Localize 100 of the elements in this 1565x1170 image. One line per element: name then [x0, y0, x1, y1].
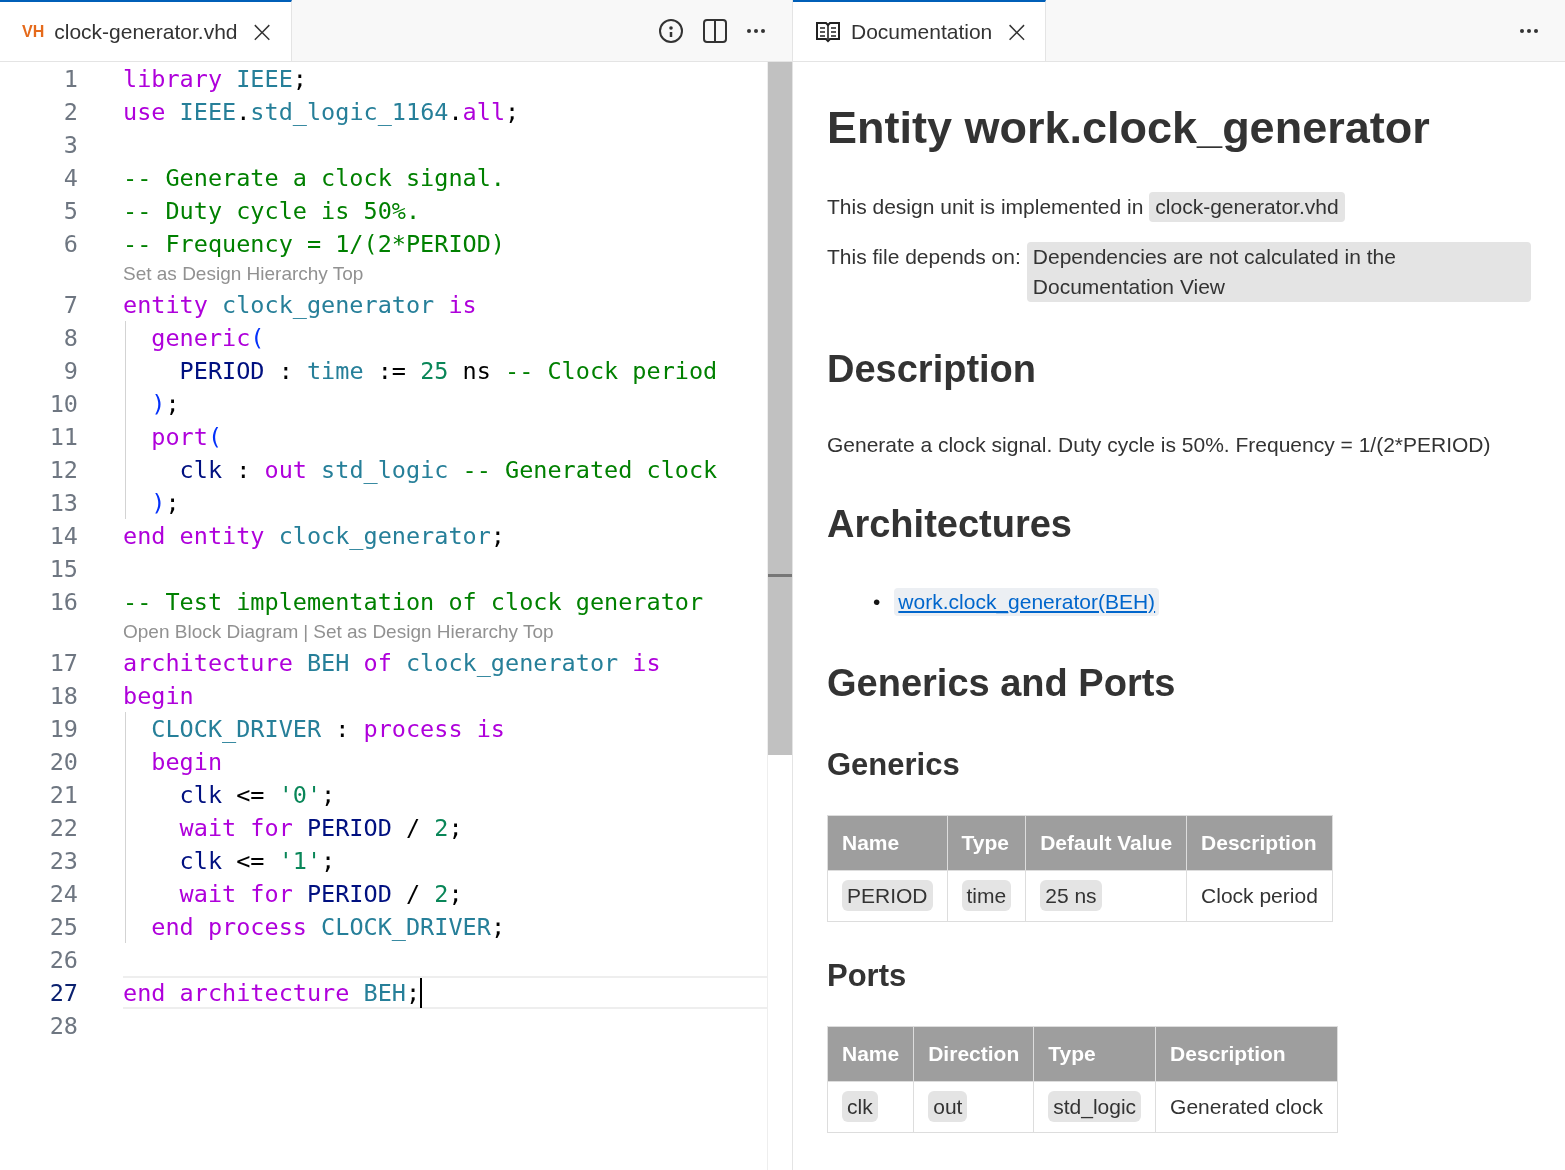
- line-number: 19: [48, 713, 78, 745]
- code-chip: time: [961, 880, 1012, 911]
- line-number: 5: [62, 195, 78, 227]
- type-name: IEEE: [178, 97, 237, 126]
- column-header: Name: [827, 815, 947, 871]
- code-text: :=: [376, 356, 407, 385]
- identifier: PERIOD: [305, 813, 392, 842]
- code-text: ;: [292, 64, 307, 93]
- code-text: ;: [321, 846, 336, 875]
- code-comment: -- Test implementation of clock generator: [123, 587, 704, 616]
- more-icon: [746, 27, 766, 34]
- code-chip: PERIOD: [842, 880, 933, 911]
- cell-text: Clock period: [1201, 884, 1318, 907]
- cell-text: Generated clock: [1170, 1095, 1324, 1118]
- keyword: begin: [123, 681, 194, 710]
- keyword: architecture: [123, 648, 293, 677]
- keyword: entity: [123, 290, 208, 319]
- subsection-heading: Ports: [827, 958, 908, 994]
- code-text: ;: [405, 978, 421, 1007]
- line-number: 20: [48, 746, 78, 778]
- more-button[interactable]: [1519, 27, 1539, 34]
- description-text: Generate a clock signal. Duty cycle is 50%. Frequency = 1/(2*PERIOD): [827, 433, 1492, 457]
- line-number: 16: [48, 586, 78, 618]
- section-heading: Description: [827, 348, 1038, 391]
- column-header: Direction: [913, 1026, 1034, 1082]
- line-number: 22: [48, 812, 78, 844]
- documentation-tab[interactable]: Documentation ×: [793, 0, 1047, 61]
- file-type-label: VH: [22, 22, 45, 41]
- body-text: This file depends on:: [827, 244, 1021, 270]
- keyword: wait for: [178, 879, 293, 908]
- line-number: 18: [48, 680, 78, 712]
- column-header: Name: [827, 1026, 914, 1082]
- bracket: ): [150, 488, 166, 517]
- number-literal: 2: [434, 813, 449, 842]
- code-comment: -- Generate a clock signal.: [123, 163, 505, 192]
- code-text: ;: [505, 97, 520, 126]
- scrollbar-thumb[interactable]: [768, 62, 792, 755]
- bracket: (: [207, 422, 223, 451]
- bracket: ): [150, 389, 166, 418]
- number-literal: '0': [278, 780, 322, 809]
- close-button[interactable]: ×: [1002, 16, 1032, 47]
- keyword: end architecture: [123, 978, 350, 1007]
- number-literal: '1': [278, 846, 322, 875]
- code-text: :: [235, 455, 252, 484]
- code-text: ;: [448, 813, 463, 842]
- number-literal: 2: [434, 879, 449, 908]
- line-number: 12: [48, 454, 78, 486]
- separator-text: |: [303, 621, 309, 643]
- line-number: 14: [48, 520, 78, 552]
- info-icon: [658, 17, 684, 44]
- split-editor-button[interactable]: [702, 17, 728, 44]
- section-heading: Architectures: [827, 503, 1073, 546]
- line-number: 17: [48, 647, 78, 679]
- keyword: port: [150, 422, 208, 451]
- code-text: ;: [321, 780, 336, 809]
- type-name: std_logic: [320, 455, 449, 484]
- line-number: 3: [62, 129, 78, 161]
- bullet-text: •: [873, 590, 881, 614]
- type-name: std_logic_1164: [250, 97, 449, 126]
- line-number: 7: [62, 289, 78, 321]
- architecture-link[interactable]: work.clock_generator(BEH): [894, 588, 1160, 616]
- code-text: ns: [461, 356, 492, 385]
- line-number: 9: [62, 355, 78, 387]
- more-icon: [1519, 27, 1539, 34]
- close-button[interactable]: ×: [247, 16, 277, 47]
- line-number: 10: [48, 388, 78, 420]
- code-text: :: [334, 714, 351, 743]
- keyword: library: [123, 64, 223, 93]
- type-name: BEH: [362, 978, 406, 1007]
- line-number: 25: [48, 911, 78, 943]
- code-chip: std_logic: [1048, 1091, 1142, 1122]
- line-number: 11: [48, 421, 78, 453]
- bracket: (: [250, 323, 265, 352]
- editor-tab[interactable]: VH clock-generator.vhd ×: [0, 0, 292, 61]
- keyword: is: [447, 290, 477, 319]
- line-number: 13: [48, 487, 78, 519]
- identifier: clk: [178, 846, 223, 875]
- type-name: clock_generator: [277, 521, 491, 550]
- code-text: .: [448, 97, 463, 126]
- column-header: Description: [1186, 815, 1333, 871]
- type-name: CLOCK_DRIVER: [150, 714, 322, 743]
- identifier: clk: [178, 455, 223, 484]
- page-title: Entity work.clock_generator: [827, 102, 1431, 154]
- code-text: ;: [165, 488, 180, 517]
- line-number: 24: [48, 878, 78, 910]
- type-name: BEH: [305, 648, 350, 677]
- info-button[interactable]: [658, 17, 684, 44]
- type-name: time: [306, 356, 364, 385]
- column-header: Description: [1155, 1026, 1338, 1082]
- number-literal: 25: [420, 356, 449, 385]
- code-text: <=: [235, 846, 266, 875]
- line-number: 21: [48, 779, 78, 811]
- code-text: <=: [235, 780, 266, 809]
- code-chip: Dependencies are not calculated in the Documentation View: [1026, 242, 1531, 302]
- code-text: .: [236, 97, 251, 126]
- keyword: end process: [150, 912, 307, 941]
- scrollbar[interactable]: [767, 62, 792, 1170]
- line-number: 6: [62, 228, 78, 260]
- code-text: ;: [448, 879, 463, 908]
- more-button[interactable]: [746, 27, 766, 34]
